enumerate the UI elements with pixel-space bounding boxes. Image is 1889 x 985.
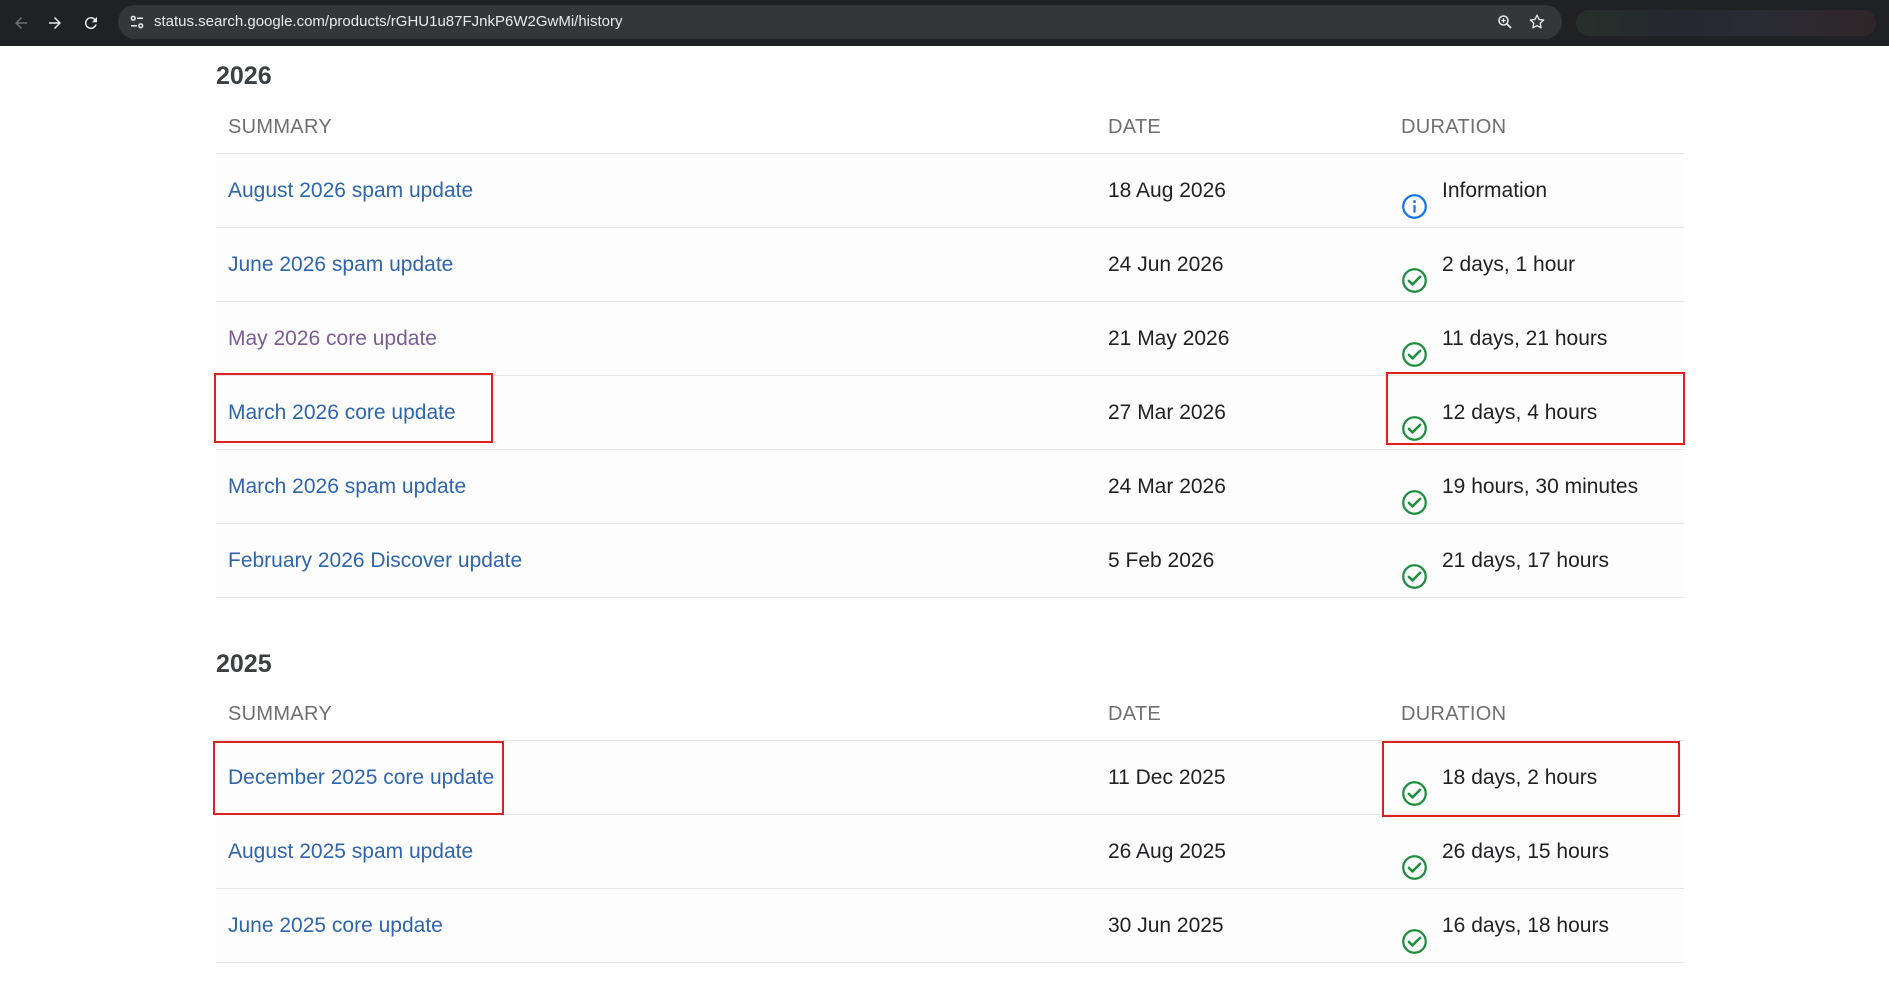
table-row: August 2025 spam update 26 Aug 2025 26 day… [216,814,1684,888]
incident-summary-link[interactable]: June 2026 spam update [228,228,453,301]
incident-duration: 18 days, 2 hours [1401,741,1597,814]
url-text[interactable]: status.search.google.com/products/rGHU1u… [154,5,623,39]
incident-summary-link[interactable]: March 2026 core update [228,376,456,449]
duration-text: 21 days, 17 hours [1442,549,1609,572]
year-heading-2026: 2026 [216,62,272,90]
incident-duration: 26 days, 15 hours [1401,815,1609,888]
incident-table-2026: SUMMARY DATE DURATION August 2026 spam upda… [216,101,1684,598]
incident-date: 30 Jun 2025 [1108,914,1224,937]
column-header-duration: DURATION [1401,703,1507,725]
browser-toolbar: status.search.google.com/products/rGHU1u… [0,0,1889,46]
year-heading-2025: 2025 [216,650,272,678]
duration-text: 18 days, 2 hours [1442,766,1598,789]
column-header-duration: DURATION [1401,116,1507,138]
incident-summary-link[interactable]: February 2026 Discover update [228,524,522,597]
incident-summary-link[interactable]: March 2026 spam update [228,450,466,523]
check-circle-icon [1401,325,1428,367]
incident-duration: 16 days, 18 hours [1401,889,1609,962]
check-circle-icon [1401,547,1428,589]
check-circle-icon [1401,399,1428,441]
incident-summary-link[interactable]: May 2026 core update [228,302,437,375]
check-circle-icon [1401,838,1428,880]
table-row: December 2025 core update 11 Dec 2025 18 d… [216,740,1684,814]
duration-text: 11 days, 21 hours [1442,327,1608,350]
duration-text: 16 days, 18 hours [1442,914,1609,937]
incident-date: 24 Jun 2026 [1108,253,1224,276]
column-header-summary: SUMMARY [228,116,332,138]
duration-text: 19 hours, 30 minutes [1442,475,1639,498]
zoom-icon[interactable] [1496,13,1514,31]
check-circle-icon [1401,251,1428,293]
table-row: June 2026 spam update 24 Jun 2026 2 days, … [216,227,1684,301]
address-bar[interactable]: status.search.google.com/products/rGHU1u… [118,5,1562,39]
incident-date: 26 Aug 2025 [1108,840,1226,863]
table-header: SUMMARY DATE DURATION [216,688,1684,740]
duration-text: Information [1442,179,1548,202]
back-arrow-icon[interactable] [6,8,36,38]
info-icon [1401,177,1428,219]
incident-table-2025: SUMMARY DATE DURATION December 2025 core up… [216,688,1684,963]
forward-arrow-icon[interactable] [40,8,70,38]
incident-date: 21 May 2026 [1108,327,1230,350]
incident-summary-link[interactable]: August 2026 spam update [228,154,473,227]
site-settings-icon[interactable] [128,13,146,31]
duration-text: 26 days, 15 hours [1442,840,1609,863]
incident-summary-link[interactable]: June 2025 core update [228,889,443,962]
table-row: March 2026 spam update 24 Mar 2026 19 hour… [216,449,1684,523]
table-row: August 2026 spam update 18 Aug 2026 Inform… [216,153,1684,227]
column-header-summary: SUMMARY [228,703,332,725]
check-circle-icon [1401,764,1428,806]
table-header: SUMMARY DATE DURATION [216,101,1684,153]
reload-icon[interactable] [76,8,106,38]
column-header-date: DATE [1108,116,1162,138]
incident-duration: 2 days, 1 hour [1401,228,1575,301]
check-circle-icon [1401,473,1428,515]
incident-duration: 21 days, 17 hours [1401,524,1609,597]
column-header-date: DATE [1108,703,1162,725]
incident-date: 11 Dec 2025 [1108,766,1226,789]
extensions-area[interactable] [1576,10,1876,36]
incident-date: 24 Mar 2026 [1108,475,1226,498]
table-row: June 2025 core update 30 Jun 2025 16 days,… [216,888,1684,963]
incident-summary-link[interactable]: December 2025 core update [228,741,494,814]
duration-text: 12 days, 4 hours [1442,401,1598,424]
star-icon[interactable] [1528,13,1546,31]
incident-summary-link[interactable]: August 2025 spam update [228,815,473,888]
table-row: March 2026 core update 27 Mar 2026 12 days… [216,375,1684,449]
incident-date: 5 Feb 2026 [1108,549,1215,572]
incident-duration: 11 days, 21 hours [1401,302,1607,375]
table-row: May 2026 core update 21 May 2026 11 days, … [216,301,1684,375]
incident-duration: Information [1401,154,1547,227]
incident-date: 18 Aug 2026 [1108,179,1226,202]
check-circle-icon [1401,912,1428,954]
incident-date: 27 Mar 2026 [1108,401,1226,424]
table-row: February 2026 Discover update 5 Feb 2026 2… [216,523,1684,598]
duration-text: 2 days, 1 hour [1442,253,1576,276]
incident-duration: 19 hours, 30 minutes [1401,450,1638,523]
incident-duration: 12 days, 4 hours [1401,376,1597,449]
